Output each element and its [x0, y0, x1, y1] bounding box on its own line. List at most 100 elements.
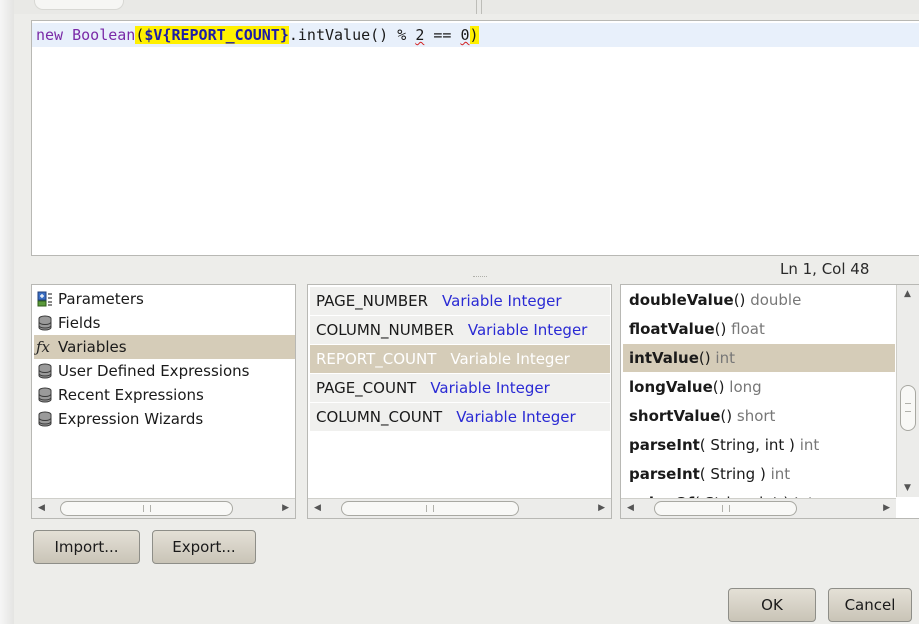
- ok-button[interactable]: OK: [728, 588, 816, 622]
- function-fx-icon: ƒx: [36, 338, 51, 356]
- editor-current-line[interactable]: new Boolean($V{REPORT_COUNT}.intValue() …: [32, 23, 919, 47]
- method-args: ( String ): [699, 465, 766, 483]
- method-name: floatValue: [629, 320, 715, 338]
- variable-type: Variable Integer: [430, 379, 550, 397]
- splitter-grip[interactable]: [473, 276, 487, 280]
- scroll-up-arrow-icon[interactable]: ▲: [904, 289, 911, 299]
- method-return-type: double: [750, 291, 802, 309]
- category-label: Variables: [58, 338, 127, 356]
- variable-type: Variable Integer: [467, 321, 588, 339]
- category-label: Fields: [58, 314, 101, 332]
- category-user-defined-expressions[interactable]: User Defined Expressions: [34, 359, 295, 383]
- toolbar-remnant: [14, 0, 919, 14]
- category-label: User Defined Expressions: [58, 362, 250, 380]
- method-args: (): [720, 407, 733, 425]
- cancel-button[interactable]: Cancel: [828, 588, 912, 622]
- thumb-grip-icon: [905, 403, 911, 412]
- scrollbar-thumb[interactable]: [654, 501, 797, 516]
- toolbar-separator: [476, 0, 482, 14]
- thumb-grip-icon: [721, 505, 730, 512]
- variable-page-number[interactable]: PAGE_NUMBER Variable Integer: [310, 287, 610, 315]
- method-list-vertical-scrollbar[interactable]: ▲ ▼: [896, 285, 919, 497]
- expression-editor[interactable]: new Boolean($V{REPORT_COUNT}.intValue() …: [31, 20, 919, 256]
- method-item[interactable]: doubleValue() double: [623, 286, 895, 314]
- category-label: Expression Wizards: [58, 410, 204, 428]
- category-list[interactable]: Parameters Fields ƒx Variables User Defi…: [31, 284, 296, 519]
- variable-column-count[interactable]: COLUMN_COUNT Variable Integer: [310, 403, 610, 431]
- toolbar-button-remnant: [34, 0, 124, 10]
- variable-name: COLUMN_NUMBER: [316, 321, 454, 339]
- category-list-horizontal-scrollbar[interactable]: ◀ ▶: [32, 498, 295, 518]
- method-return-type: int: [715, 349, 735, 367]
- method-name: intValue: [629, 349, 699, 367]
- parameters-icon: [37, 291, 52, 307]
- scroll-left-arrow-icon[interactable]: ◀: [314, 503, 321, 513]
- scrollbar-thumb[interactable]: [60, 501, 233, 516]
- scroll-right-arrow-icon[interactable]: ▶: [282, 503, 289, 513]
- variable-type: Variable Integer: [456, 408, 576, 426]
- scroll-right-arrow-icon[interactable]: ▶: [598, 503, 605, 513]
- code-keyword: new Boolean: [36, 26, 136, 44]
- scroll-left-arrow-icon[interactable]: ◀: [38, 503, 45, 513]
- category-expression-wizards[interactable]: Expression Wizards: [34, 407, 295, 431]
- method-item[interactable]: shortValue() short: [623, 402, 895, 430]
- method-item[interactable]: parseInt( String ) int: [623, 460, 895, 488]
- method-return-type: int: [770, 465, 791, 483]
- method-args: ( String, int ): [699, 436, 795, 454]
- method-args: (): [714, 320, 727, 338]
- method-item[interactable]: parseInt( String, int ) int: [623, 431, 895, 459]
- method-name: parseInt: [629, 436, 700, 454]
- scroll-left-arrow-icon[interactable]: ◀: [627, 503, 634, 513]
- database-icon: [38, 315, 52, 331]
- window-backdrop: [0, 0, 14, 624]
- export-button[interactable]: Export...: [152, 530, 256, 564]
- variable-type: Variable Integer: [450, 350, 570, 368]
- method-item[interactable]: floatValue() float: [623, 315, 895, 343]
- method-list[interactable]: doubleValue() double floatValue() float …: [620, 284, 919, 519]
- scrollbar-thumb[interactable]: [341, 501, 519, 516]
- scrollbar-thumb[interactable]: [900, 385, 916, 431]
- database-icon: [38, 363, 52, 379]
- thumb-grip-icon: [426, 505, 434, 512]
- variable-list-horizontal-scrollbar[interactable]: ◀ ▶: [308, 498, 611, 518]
- method-return-type: short: [736, 407, 776, 425]
- method-name: parseInt: [629, 465, 700, 483]
- method-return-type: long: [729, 378, 762, 396]
- thumb-grip-icon: [142, 505, 151, 512]
- method-args: (): [698, 349, 711, 367]
- variable-report-count[interactable]: REPORT_COUNT Variable Integer: [310, 345, 610, 373]
- category-fields[interactable]: Fields: [34, 311, 295, 335]
- method-list-horizontal-scrollbar[interactable]: ◀ ▶: [621, 498, 896, 518]
- method-args: (): [712, 378, 725, 396]
- code-operator: ==: [424, 26, 461, 44]
- scroll-right-arrow-icon[interactable]: ▶: [883, 503, 890, 513]
- method-item-selected[interactable]: intValue() int: [623, 344, 895, 372]
- variable-name: COLUMN_COUNT: [316, 408, 443, 426]
- code-variable-reference: $V{REPORT_COUNT}: [144, 26, 289, 44]
- category-variables[interactable]: ƒx Variables: [34, 335, 295, 359]
- variable-name: REPORT_COUNT: [316, 350, 437, 368]
- method-args: (): [733, 291, 746, 309]
- method-item[interactable]: longValue() long: [623, 373, 895, 401]
- variable-list[interactable]: PAGE_NUMBER Variable Integer COLUMN_NUMBE…: [307, 284, 612, 519]
- method-name: doubleValue: [629, 291, 734, 309]
- code-number-two: 2: [415, 26, 425, 44]
- variable-type: Variable Integer: [442, 292, 562, 310]
- category-label: Parameters: [58, 290, 144, 308]
- category-recent-expressions[interactable]: Recent Expressions: [34, 383, 295, 407]
- database-icon: [38, 411, 52, 427]
- variable-name: PAGE_NUMBER: [316, 292, 429, 310]
- code-method-call: .intValue() %: [288, 26, 416, 44]
- method-return-type: int: [799, 436, 820, 454]
- method-name: longValue: [629, 378, 713, 396]
- variable-column-number[interactable]: COLUMN_NUMBER Variable Integer: [310, 316, 610, 344]
- variable-name: PAGE_COUNT: [316, 379, 417, 397]
- import-button[interactable]: Import...: [33, 530, 140, 564]
- scroll-down-arrow-icon[interactable]: ▼: [904, 483, 911, 493]
- method-name: shortValue: [629, 407, 721, 425]
- database-icon: [38, 387, 52, 403]
- method-return-type: float: [731, 320, 765, 338]
- variable-page-count[interactable]: PAGE_COUNT Variable Integer: [310, 374, 610, 402]
- category-parameters[interactable]: Parameters: [34, 287, 295, 311]
- code-number-zero: 0: [460, 26, 470, 44]
